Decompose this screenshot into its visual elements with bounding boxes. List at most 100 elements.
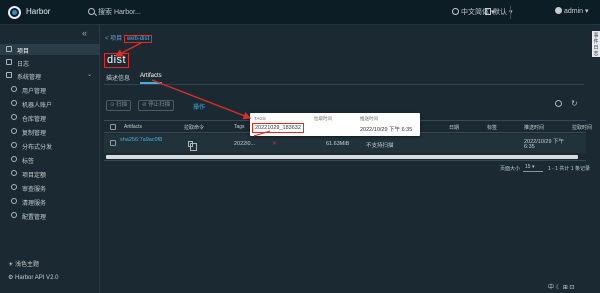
tag-cell[interactable]: 2022l0... <box>234 141 255 147</box>
page-size-label: 页面大小 <box>500 166 521 172</box>
stop-scan-button[interactable]: ⊘ 停止扫描 <box>138 100 175 111</box>
artifact-digest[interactable]: sha256:7a9ac0f8 <box>120 137 175 143</box>
popover-header-tags: TAGS <box>254 116 266 121</box>
sidebar-item-quotas[interactable]: 项目定额 <box>0 168 100 179</box>
popover-header-pull: 拉取时间 <box>314 116 332 121</box>
sidebar-item-label: 标签 <box>22 159 35 165</box>
sidebar-item-label: 审查服务 <box>22 187 47 193</box>
docs-menu[interactable]: 默认 ▾ <box>485 7 512 17</box>
search-icon <box>88 8 95 15</box>
sidebar-item-label: 用户管理 <box>22 89 47 95</box>
header-divider <box>510 6 511 19</box>
distribution-icon <box>11 142 17 148</box>
sidebar-item-replications[interactable]: 复制管理 <box>0 126 100 137</box>
sidebar-item-cleanup[interactable]: 清理服务 <box>0 196 100 207</box>
sidebar-item-label: 日志 <box>17 62 30 68</box>
page-title: dist <box>104 53 130 68</box>
username: admin <box>564 8 584 15</box>
sidebar-item-distributions[interactable]: 分布式分发 <box>0 140 100 151</box>
sidebar-item-logs[interactable]: 日志 <box>0 57 100 68</box>
popover-tag-value[interactable]: 20221029_183632 <box>252 123 304 133</box>
theme-toggle[interactable]: ☀ 浅色主题 <box>8 259 39 268</box>
scan-icon <box>11 184 17 190</box>
search-icon[interactable] <box>555 100 562 107</box>
breadcrumb: < 项目 web-dist <box>105 33 153 43</box>
theme-label: 浅色主题 <box>15 262 40 268</box>
copy-icon[interactable] <box>188 141 197 151</box>
sidebar-item-robot-accounts[interactable]: 机器人账户 <box>0 98 100 109</box>
scan-label: 扫描 <box>116 102 128 108</box>
sidebar-item-registries[interactable]: 仓库管理 <box>0 112 100 123</box>
sidebar-item-interrogation[interactable]: 审查服务 <box>0 182 100 193</box>
user-icon <box>11 86 17 92</box>
column-header[interactable]: Artifacts <box>124 124 142 130</box>
page-size-select[interactable]: 15 ▾ <box>523 163 543 172</box>
breadcrumb-parent[interactable]: < 项目 <box>105 36 122 42</box>
sidebar-item-labels[interactable]: 标签 <box>0 154 100 165</box>
column-header[interactable]: 拉取时间 <box>572 124 592 131</box>
table-row[interactable]: sha256:7a9ac0f8 2022l0... ✕ 61.63MiB 不支持… <box>104 134 586 153</box>
horizontal-scrollbar[interactable] <box>106 155 578 159</box>
vulnerability-cell: 不支持扫描 <box>366 143 394 149</box>
collapse-sidebar-icon[interactable]: « <box>82 28 87 38</box>
brand-name[interactable]: Harbor <box>26 7 50 16</box>
refresh-icon[interactable]: ↻ <box>571 99 578 108</box>
sidebar-item-label: 系统管理 <box>17 75 42 81</box>
user-menu[interactable]: admin ▾ <box>555 7 589 15</box>
page-size-value: 15 <box>525 164 531 170</box>
column-header[interactable]: 推送时间 <box>524 124 544 131</box>
search-input[interactable] <box>98 6 194 19</box>
size-cell: 61.63MiB <box>326 141 350 147</box>
stop-scan-label: 停止扫描 <box>148 102 171 108</box>
sidebar-item-label: 配置管理 <box>22 215 47 221</box>
actions-menu[interactable]: 操作 <box>193 102 205 111</box>
tray-icons[interactable]: 中 ☾ ⊞ ⊡ <box>548 282 574 291</box>
robot-icon <box>11 100 17 106</box>
quota-icon <box>11 170 17 176</box>
sidebar-item-label: 仓库管理 <box>22 117 47 123</box>
tab-artifacts[interactable]: Artifacts <box>140 73 162 84</box>
sidebar-item-configuration[interactable]: 配置管理 <box>0 210 100 221</box>
global-search[interactable] <box>86 6 196 19</box>
sidebar-item-label: 机器人账户 <box>22 103 53 109</box>
column-header[interactable]: 拉取命令 <box>184 124 204 131</box>
tabs-divider <box>104 84 584 85</box>
sidebar-item-users[interactable]: 用户管理 <box>0 84 100 95</box>
top-header: Harbor 中文简体 ▾ 默认 ▾ admin ▾ <box>0 0 600 25</box>
sidebar-item-admin[interactable]: 系统管理 ⌄ <box>0 70 100 81</box>
breadcrumb-current[interactable]: web-dist <box>123 35 153 43</box>
sidebar-item-label: 项目定额 <box>22 173 47 179</box>
push-time-cell-time: 6:35 <box>524 144 535 150</box>
document-icon <box>485 8 491 15</box>
api-label: Harbor API V2.0 <box>15 275 59 281</box>
column-header[interactable]: Tags <box>234 124 245 130</box>
docs-label: 默认 <box>493 9 507 16</box>
sidebar-item-label: 分布式分发 <box>22 145 53 151</box>
scan-button[interactable]: ⊙ 扫描 <box>106 100 132 111</box>
row-checkbox[interactable] <box>110 140 116 146</box>
user-icon <box>555 7 562 14</box>
sidebar-item-projects[interactable]: 项目 <box>0 44 100 55</box>
tag-icon <box>11 156 17 162</box>
tags-popover: TAGS 拉取时间 推送时间 20221029_183632 2022/10/2… <box>250 113 420 136</box>
sidebar: « 项目 日志 系统管理 ⌄ 用户管理 机器人账户 仓库管理 复制管理 分布式分… <box>0 25 100 293</box>
column-header[interactable]: 标签 <box>487 124 497 131</box>
admin-icon <box>6 72 12 78</box>
chevron-down-icon: ⌄ <box>87 72 93 78</box>
tab-info[interactable]: 描述信息 <box>106 73 130 82</box>
api-link[interactable]: ⚙ Harbor API V2.0 <box>8 274 58 281</box>
projects-icon <box>6 46 12 52</box>
registry-icon <box>11 114 17 120</box>
cleanup-icon <box>11 198 17 204</box>
replication-icon <box>11 128 17 134</box>
sidebar-item-label: 清理服务 <box>22 201 47 207</box>
column-header[interactable]: 日期 <box>449 124 459 131</box>
harbor-logo-icon[interactable] <box>8 6 21 19</box>
gear-icon <box>11 212 17 218</box>
popover-header-push: 推送时间 <box>360 116 378 121</box>
arrow-to-popover <box>151 79 252 120</box>
logs-icon <box>6 59 12 65</box>
event-log-toggle[interactable]: 事件日志 <box>592 31 600 57</box>
popover-push-time: 2022/10/29 下午 6:35 <box>360 127 413 133</box>
select-all-checkbox[interactable] <box>110 124 116 130</box>
